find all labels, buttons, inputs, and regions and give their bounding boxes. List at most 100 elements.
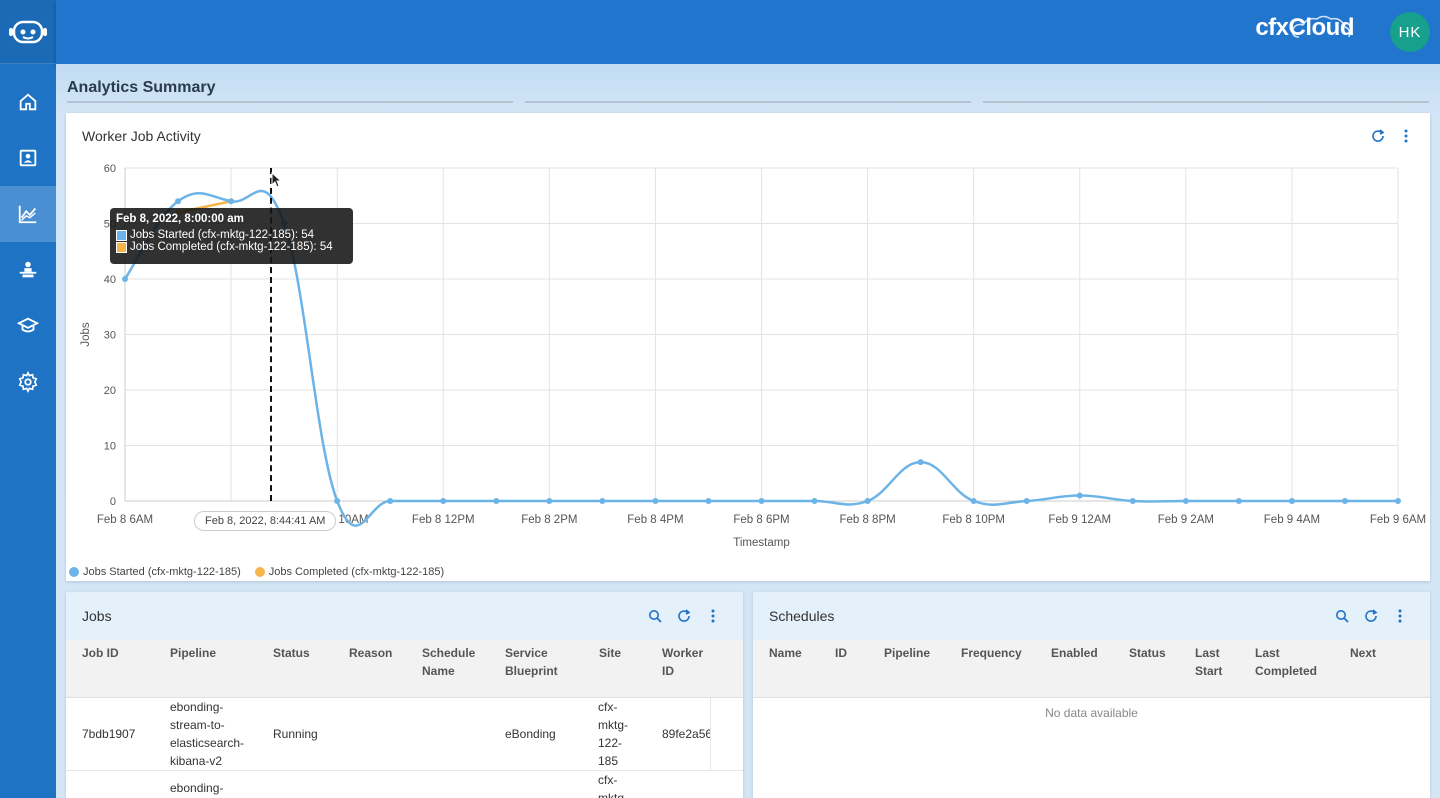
table-row[interactable]: ebonding- cfx-mktg bbox=[66, 771, 743, 798]
data-point bbox=[440, 498, 447, 504]
chart-tooltip: Feb 8, 2022, 8:00:00 am Jobs Started (cf… bbox=[110, 208, 353, 264]
card-header bbox=[66, 592, 743, 640]
column-header[interactable]: Enabled bbox=[1051, 644, 1098, 662]
contact-card-icon[interactable] bbox=[0, 130, 56, 186]
gear-icon[interactable] bbox=[0, 354, 56, 410]
column-header[interactable]: Job ID bbox=[82, 644, 119, 662]
data-point bbox=[1129, 498, 1136, 504]
x-tick-label: Feb 9 2AM bbox=[1158, 514, 1214, 526]
table-row[interactable]: 7bdb1907 ebonding-stream-to-elasticsearc… bbox=[66, 698, 743, 771]
graduation-cap-icon[interactable] bbox=[0, 298, 56, 354]
pipeline-cell: ebonding- bbox=[170, 781, 224, 795]
y-tick-label: 60 bbox=[104, 163, 116, 175]
column-header[interactable]: Service Blueprint bbox=[505, 644, 565, 680]
more-vert-icon[interactable] bbox=[1398, 128, 1414, 144]
card-title: Jobs bbox=[82, 608, 112, 624]
data-point bbox=[705, 498, 712, 504]
legend-swatch bbox=[254, 567, 265, 577]
column-header[interactable]: Reason bbox=[349, 644, 392, 662]
column-divider bbox=[710, 698, 711, 770]
x-tick-label: Feb 9 6AM bbox=[1370, 514, 1426, 526]
column-header[interactable]: Name bbox=[769, 644, 802, 662]
job-id-cell: 7bdb1907 bbox=[82, 727, 136, 741]
sidebar bbox=[0, 0, 56, 798]
schedules-card: Schedules Name ID Pipeline Frequency Ena… bbox=[753, 592, 1430, 798]
refresh-icon[interactable] bbox=[1370, 128, 1386, 144]
table-header: Job ID Pipeline Status Reason Schedule N… bbox=[66, 640, 743, 698]
data-point bbox=[228, 198, 235, 205]
column-header[interactable]: Status bbox=[1129, 644, 1166, 662]
column-header[interactable]: Frequency bbox=[961, 644, 1022, 662]
data-point bbox=[122, 276, 128, 282]
tooltip-title: Feb 8, 2022, 8:00:00 am bbox=[116, 213, 244, 225]
status-cell: Running bbox=[273, 727, 318, 741]
data-point bbox=[387, 498, 394, 504]
top-bar: cfxCloud HK bbox=[56, 0, 1440, 64]
column-header[interactable]: Last Start bbox=[1195, 644, 1235, 680]
analytics-chart-icon[interactable] bbox=[0, 186, 56, 242]
column-header[interactable]: Schedule Name bbox=[422, 644, 482, 680]
data-point bbox=[1023, 498, 1030, 504]
data-point bbox=[758, 498, 765, 504]
data-point bbox=[811, 498, 818, 504]
worker-icon[interactable] bbox=[0, 242, 56, 298]
column-header[interactable]: Pipeline bbox=[884, 644, 930, 662]
data-point bbox=[864, 498, 871, 504]
x-tick-label: Feb 8 12PM bbox=[412, 514, 475, 526]
y-axis-title: Jobs bbox=[80, 322, 92, 347]
column-header[interactable]: Last Completed bbox=[1255, 644, 1330, 680]
data-point bbox=[652, 498, 659, 504]
column-header[interactable]: ID bbox=[835, 644, 847, 662]
x-tick-label: Feb 8 2PM bbox=[521, 514, 577, 526]
x-tick-label: Feb 9 12AM bbox=[1048, 514, 1111, 526]
legend-item-completed[interactable]: Jobs Completed (cfx-mktg-122-185) bbox=[254, 566, 444, 578]
tooltip-line: Jobs Started (cfx-mktg-122-185): 54 bbox=[116, 229, 347, 241]
data-point bbox=[1288, 498, 1295, 504]
y-tick-label: 30 bbox=[104, 330, 116, 342]
pipeline-cell: ebonding-stream-to-elasticsearch-kibana-… bbox=[170, 700, 245, 768]
x-tick-label: Feb 8 4PM bbox=[627, 514, 683, 526]
column-header[interactable]: Site bbox=[599, 644, 621, 662]
site-cell: cfx-mktg-122-185 bbox=[598, 700, 628, 768]
x-tick-label: Feb 8 6AM bbox=[97, 514, 153, 526]
column-header[interactable]: Worker ID bbox=[662, 644, 712, 680]
more-vert-icon[interactable] bbox=[1392, 608, 1408, 624]
y-tick-label: 20 bbox=[104, 385, 116, 397]
legend-swatch bbox=[69, 567, 79, 577]
data-point bbox=[917, 459, 924, 466]
section-divider bbox=[983, 101, 1429, 103]
avatar[interactable]: HK bbox=[1390, 12, 1430, 52]
data-point bbox=[546, 498, 553, 504]
refresh-icon[interactable] bbox=[676, 608, 692, 624]
tooltip-line-2: Jobs Completed (cfx-mktg-122-185): 54 bbox=[130, 241, 333, 253]
column-header[interactable]: Next bbox=[1350, 644, 1376, 662]
card-header bbox=[753, 592, 1430, 640]
data-point bbox=[599, 498, 606, 504]
page-title: Analytics Summary bbox=[67, 79, 216, 96]
site-cell: cfx-mktg bbox=[598, 773, 625, 798]
empty-state: No data available bbox=[1045, 706, 1138, 720]
search-icon[interactable] bbox=[1334, 608, 1350, 624]
column-header[interactable]: Status bbox=[273, 644, 310, 662]
refresh-icon[interactable] bbox=[1363, 608, 1379, 624]
home-icon[interactable] bbox=[0, 74, 56, 130]
data-point bbox=[1235, 498, 1242, 504]
x-axis-title: Timestamp bbox=[733, 537, 789, 549]
data-point bbox=[1182, 498, 1189, 504]
crosshair-label: Feb 8, 2022, 8:44:41 AM bbox=[194, 511, 337, 531]
data-point bbox=[970, 498, 977, 504]
section-divider bbox=[525, 101, 971, 103]
column-header[interactable]: Pipeline bbox=[170, 644, 216, 662]
mouse-cursor-icon bbox=[271, 172, 283, 188]
worker-id-cell: 89fe2a56 bbox=[662, 727, 710, 741]
search-icon[interactable] bbox=[647, 608, 663, 624]
legend-item-started[interactable]: Jobs Started (cfx-mktg-122-185) bbox=[69, 566, 241, 578]
robot-logo-icon[interactable] bbox=[0, 0, 56, 64]
more-vert-icon[interactable] bbox=[705, 608, 721, 624]
card-title: Worker Job Activity bbox=[82, 128, 201, 144]
series-swatch bbox=[116, 229, 127, 241]
jobs-card: Jobs Job ID Pipeline Status Reason Sched… bbox=[66, 592, 743, 798]
x-tick-label: Feb 9 4AM bbox=[1264, 514, 1320, 526]
section-divider bbox=[67, 101, 513, 103]
table-header: Name ID Pipeline Frequency Enabled Statu… bbox=[753, 640, 1430, 698]
